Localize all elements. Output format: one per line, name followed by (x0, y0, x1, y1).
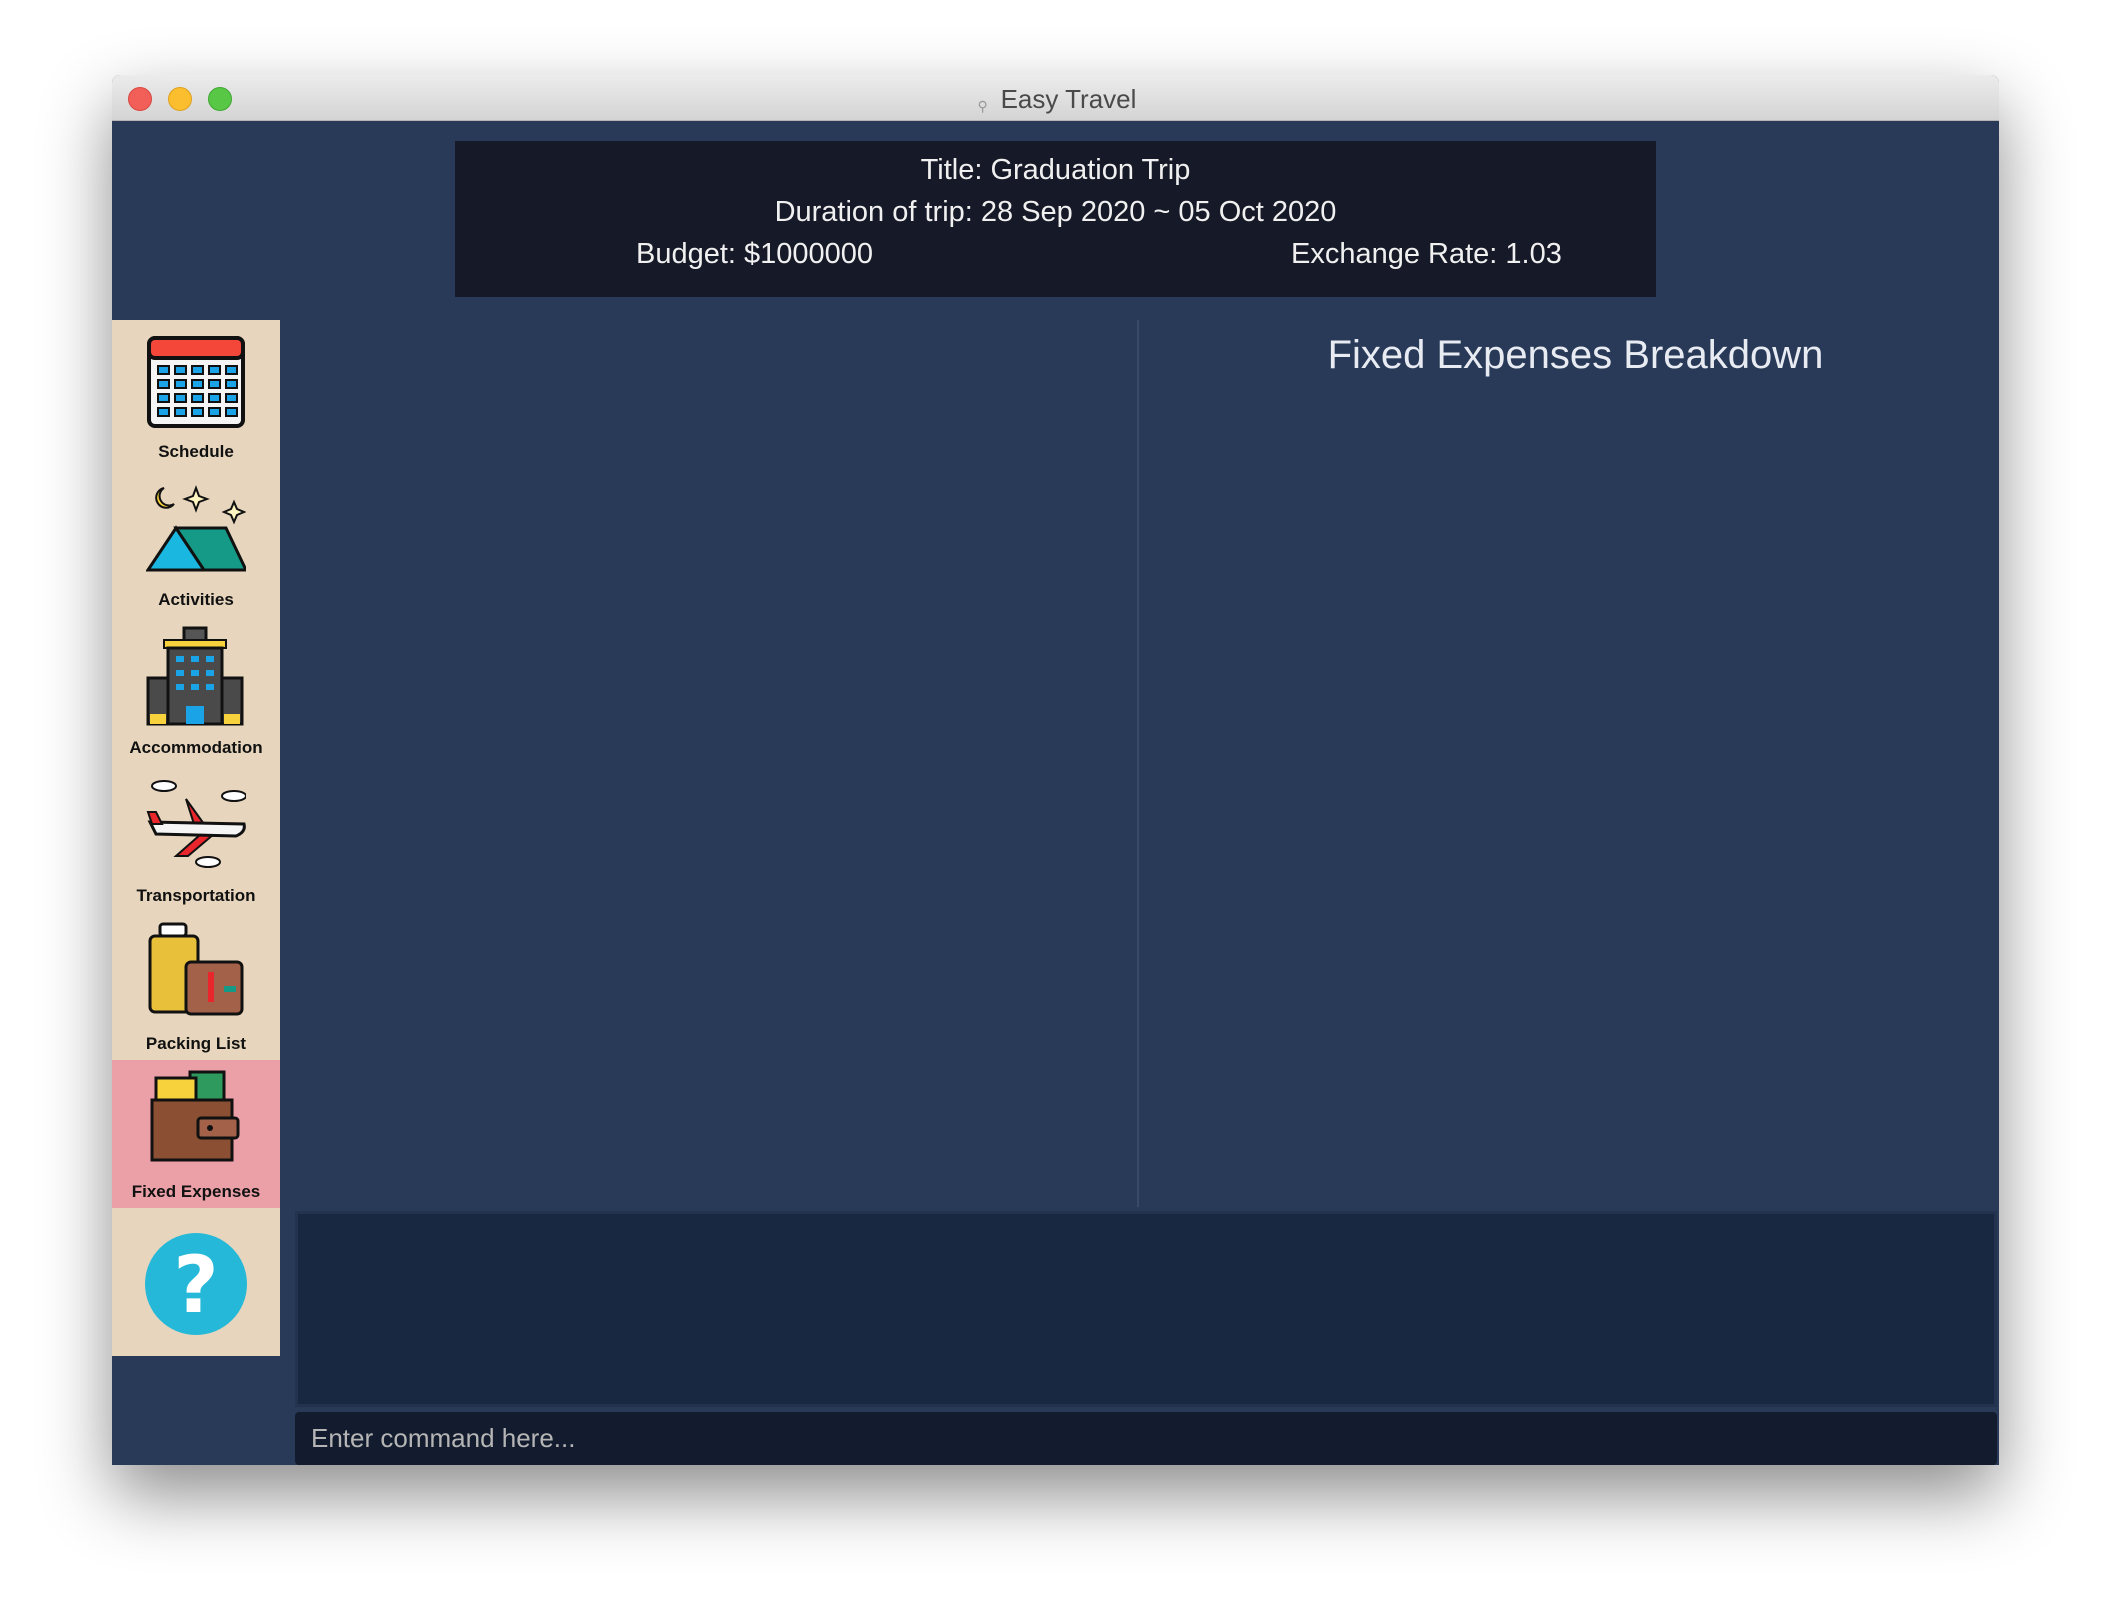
sidebar-item-label: Activities (158, 590, 234, 609)
command-input[interactable] (295, 1412, 1997, 1465)
calendar-icon (147, 336, 245, 428)
help-icon: ? (145, 1233, 247, 1335)
trip-title: Title: Graduation Trip (920, 154, 1191, 186)
help-button[interactable]: ? (112, 1208, 280, 1356)
sidebar-item-label: Packing List (145, 1034, 247, 1053)
sidebar-item-accommodation[interactable]: Accommodation (112, 616, 280, 764)
sidebar-item-fixed-expenses[interactable]: Fixed Expenses (112, 1060, 280, 1208)
title-bar: ⚲ Easy Travel (112, 75, 1999, 121)
sidebar-item-transportation[interactable]: Transportation (112, 764, 280, 912)
trip-budget: Budget: $1000000 (636, 238, 874, 270)
window-title: ⚲ Easy Travel (112, 84, 1999, 122)
sidebar-item-packing-list[interactable]: Packing List (112, 912, 280, 1060)
sidebar-item-schedule[interactable]: Schedule (112, 320, 280, 468)
result-display (295, 1211, 1997, 1407)
airplane-icon (146, 780, 246, 868)
sidebar-item-label: Transportation (136, 886, 256, 905)
app-window: ⚲ Easy Travel Title: Graduation Trip Dura… (112, 75, 1999, 1465)
app-logo-icon: ⚲ (977, 98, 988, 114)
sidebar: Schedule Activities Accommodation Transp… (112, 320, 280, 1356)
luggage-icon (148, 922, 244, 1016)
tent-icon (146, 485, 246, 572)
sidebar-item-label: Fixed Expenses (131, 1182, 261, 1201)
hotel-icon (146, 626, 244, 726)
sidebar-item-label: Accommodation (129, 738, 263, 757)
fixed-expenses-breakdown-title: Fixed Expenses Breakdown (1327, 333, 1824, 377)
sidebar-item-label: Schedule (158, 442, 234, 461)
trip-header: Title: Graduation Trip Duration of trip:… (455, 141, 1656, 297)
window-title-text: Easy Travel (1000, 84, 1137, 114)
sidebar-item-activities[interactable]: Activities (112, 468, 280, 616)
svg-text:?: ? (173, 1241, 218, 1331)
trip-duration: Duration of trip: 28 Sep 2020 ~ 05 Oct 2… (774, 196, 1337, 228)
panel-divider[interactable] (1137, 320, 1139, 1207)
exchange-rate: Exchange Rate: 1.03 (1291, 238, 1562, 270)
wallet-icon (150, 1070, 240, 1162)
